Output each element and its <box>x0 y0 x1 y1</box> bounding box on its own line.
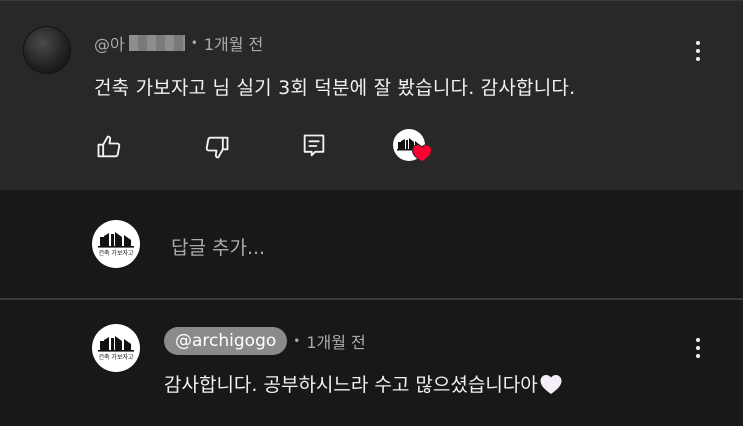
separator-dot: • <box>190 36 198 50</box>
reply-menu-button[interactable] <box>688 334 708 362</box>
commenter-avatar[interactable] <box>24 27 70 73</box>
svg-text:건축 가보자고: 건축 가보자고 <box>98 249 134 257</box>
reply-author-line: @archigogo • 1개월 전 <box>164 325 366 357</box>
thumbs-up-icon <box>97 135 121 158</box>
creator-heart[interactable] <box>393 129 435 167</box>
comment-text: 건축 가보자고 님 실기 3회 덕분에 잘 봤습니다. 감사합니다. <box>94 77 576 99</box>
creator-heart-icon <box>411 144 433 163</box>
comment-author-line: @아 • 1개월 전 <box>94 32 263 54</box>
reply-time[interactable]: 1개월 전 <box>306 329 365 353</box>
reply-input[interactable]: 답글 추가... <box>171 233 265 260</box>
comment-author-handle[interactable]: @아 <box>94 31 125 55</box>
channel-name-badge[interactable]: @archigogo <box>164 327 288 355</box>
reply-icon <box>303 134 325 157</box>
comment-card: @아 • 1개월 전 건축 가보자고 님 실기 3회 덕분에 잘 봤습니다. 감… <box>0 0 743 190</box>
more-vertical-icon <box>696 338 700 342</box>
comment-menu-button[interactable] <box>688 37 708 65</box>
reply-text-line: 감사합니다. 공부하시느라 수고 많으셨습니다아 <box>164 370 563 397</box>
current-user-avatar: 건축 가보자고 <box>92 220 140 268</box>
more-vertical-icon <box>696 41 700 45</box>
reply-button[interactable] <box>296 128 332 164</box>
white-heart-icon <box>540 374 562 394</box>
redacted-handle <box>128 35 185 51</box>
separator-dot: • <box>293 334 301 348</box>
comment-time[interactable]: 1개월 전 <box>204 31 263 55</box>
reply-text: 감사합니다. 공부하시느라 수고 많으셨습니다아 <box>164 374 538 396</box>
dislike-button[interactable] <box>199 129 235 165</box>
thumbs-down-icon <box>205 136 229 159</box>
svg-text:건축 가보자고: 건축 가보자고 <box>98 353 134 361</box>
divider <box>0 298 743 300</box>
channel-avatar[interactable]: 건축 가보자고 <box>92 324 140 372</box>
like-button[interactable] <box>91 129 127 165</box>
